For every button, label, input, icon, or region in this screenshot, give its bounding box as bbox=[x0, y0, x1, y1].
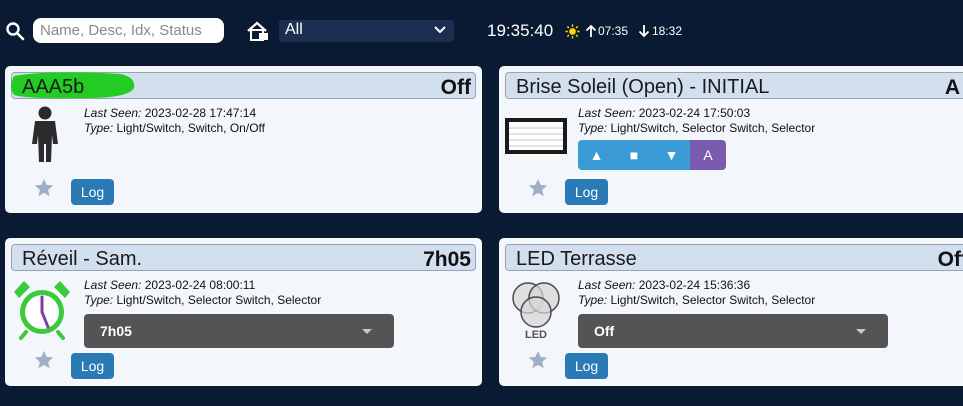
room-plan-icon[interactable] bbox=[246, 20, 270, 42]
log-button[interactable]: Log bbox=[71, 353, 114, 379]
device-name[interactable]: Brise Soleil (Open) - INITIAL bbox=[516, 76, 769, 99]
device-name[interactable]: LED Terrasse bbox=[516, 248, 637, 271]
log-button[interactable]: Log bbox=[71, 179, 114, 205]
last-seen-value: 2023-02-24 08:00:11 bbox=[144, 278, 256, 292]
type-label: Type: bbox=[578, 121, 608, 135]
led-rgb-icon[interactable]: LED bbox=[504, 276, 568, 340]
blinds-icon[interactable] bbox=[504, 104, 568, 168]
search-input[interactable] bbox=[33, 18, 224, 43]
device-status: A bbox=[944, 76, 960, 99]
device-meta: Last Seen: 2023-02-24 15:36:36 Type: Lig… bbox=[578, 278, 815, 308]
sun-icon bbox=[565, 24, 580, 39]
person-icon[interactable] bbox=[13, 104, 77, 168]
card-header: LED Terrasse Off bbox=[505, 244, 963, 271]
type-value: Light/Switch, Selector Switch, Selector bbox=[610, 121, 816, 135]
room-select[interactable]: All bbox=[279, 20, 454, 42]
svg-text:LED: LED bbox=[525, 329, 547, 340]
top-bar: All 19:35:40 07:35 18:32 bbox=[0, 0, 963, 62]
sunrise-time: 07:35 bbox=[598, 24, 629, 38]
card-header: Brise Soleil (Open) - INITIAL A bbox=[505, 72, 963, 99]
device-meta: Last Seen: 2023-02-24 17:50:03 Type: Lig… bbox=[578, 106, 815, 136]
caret-down-icon bbox=[362, 329, 372, 334]
selector-dropdown-value: 7h05 bbox=[100, 323, 132, 339]
type-value: Light/Switch, Selector Switch, Selector bbox=[610, 293, 816, 307]
star-icon[interactable] bbox=[33, 177, 55, 199]
star-icon[interactable] bbox=[527, 177, 549, 199]
last-seen-label: Last Seen: bbox=[578, 278, 636, 292]
device-card: Réveil - Sam. 7h05 Last Seen: 2023-02-24… bbox=[5, 238, 482, 386]
device-meta: Last Seen: 2023-02-24 08:00:11 Type: Lig… bbox=[84, 278, 321, 308]
last-seen-label: Last Seen: bbox=[84, 278, 142, 292]
type-label: Type: bbox=[84, 121, 114, 135]
selector-dropdown[interactable]: 7h05 bbox=[84, 314, 394, 348]
chevron-down-icon bbox=[434, 26, 446, 34]
last-seen-value: 2023-02-28 17:47:14 bbox=[144, 106, 257, 120]
selector-up-button[interactable]: ▲ bbox=[578, 140, 615, 170]
log-button[interactable]: Log bbox=[565, 353, 608, 379]
device-meta: Last Seen: 2023-02-28 17:47:14 Type: Lig… bbox=[84, 106, 265, 136]
sunset-time: 18:32 bbox=[652, 24, 683, 38]
selector-stop-button[interactable]: ■ bbox=[615, 140, 653, 170]
arrow-up-icon bbox=[585, 24, 597, 37]
selector-auto-button[interactable]: A bbox=[690, 140, 726, 170]
room-select-value: All bbox=[285, 21, 303, 38]
alarm-clock-icon[interactable] bbox=[10, 276, 74, 340]
device-card: AAA5b Off Last Seen: 2023-02-28 17:47:14… bbox=[5, 66, 482, 213]
caret-down-icon bbox=[856, 329, 866, 334]
device-status: Off bbox=[440, 76, 471, 99]
last-seen-label: Last Seen: bbox=[578, 106, 636, 120]
type-label: Type: bbox=[578, 293, 608, 307]
selector-dropdown-value: Off bbox=[594, 323, 615, 339]
star-icon[interactable] bbox=[527, 349, 549, 371]
last-seen-label: Last Seen: bbox=[84, 106, 142, 120]
selector-dropdown[interactable]: Off bbox=[578, 314, 888, 348]
selector-down-button[interactable]: ▼ bbox=[653, 140, 690, 170]
type-value: Light/Switch, Switch, On/Off bbox=[116, 121, 265, 135]
clock: 19:35:40 bbox=[487, 21, 554, 40]
device-card: LED Terrasse Off LED Last Seen: 2023-02-… bbox=[499, 238, 963, 386]
log-button[interactable]: Log bbox=[565, 179, 608, 205]
card-header: AAA5b Off bbox=[11, 72, 476, 99]
last-seen-value: 2023-02-24 15:36:36 bbox=[638, 278, 751, 292]
device-name[interactable]: Réveil - Sam. bbox=[22, 248, 142, 271]
device-status: 7h05 bbox=[423, 248, 471, 271]
type-value: Light/Switch, Selector Switch, Selector bbox=[116, 293, 322, 307]
search-icon[interactable] bbox=[5, 21, 25, 41]
last-seen-value: 2023-02-24 17:50:03 bbox=[638, 106, 751, 120]
star-icon[interactable] bbox=[33, 349, 55, 371]
device-name[interactable]: AAA5b bbox=[22, 76, 84, 99]
device-status: Off bbox=[937, 248, 963, 271]
card-header: Réveil - Sam. 7h05 bbox=[11, 244, 476, 271]
type-label: Type: bbox=[84, 293, 114, 307]
arrow-down-icon bbox=[638, 25, 650, 38]
selector-button-group: ▲ ■ ▼ A bbox=[578, 140, 726, 170]
device-card: Brise Soleil (Open) - INITIAL A Last See… bbox=[499, 66, 963, 213]
